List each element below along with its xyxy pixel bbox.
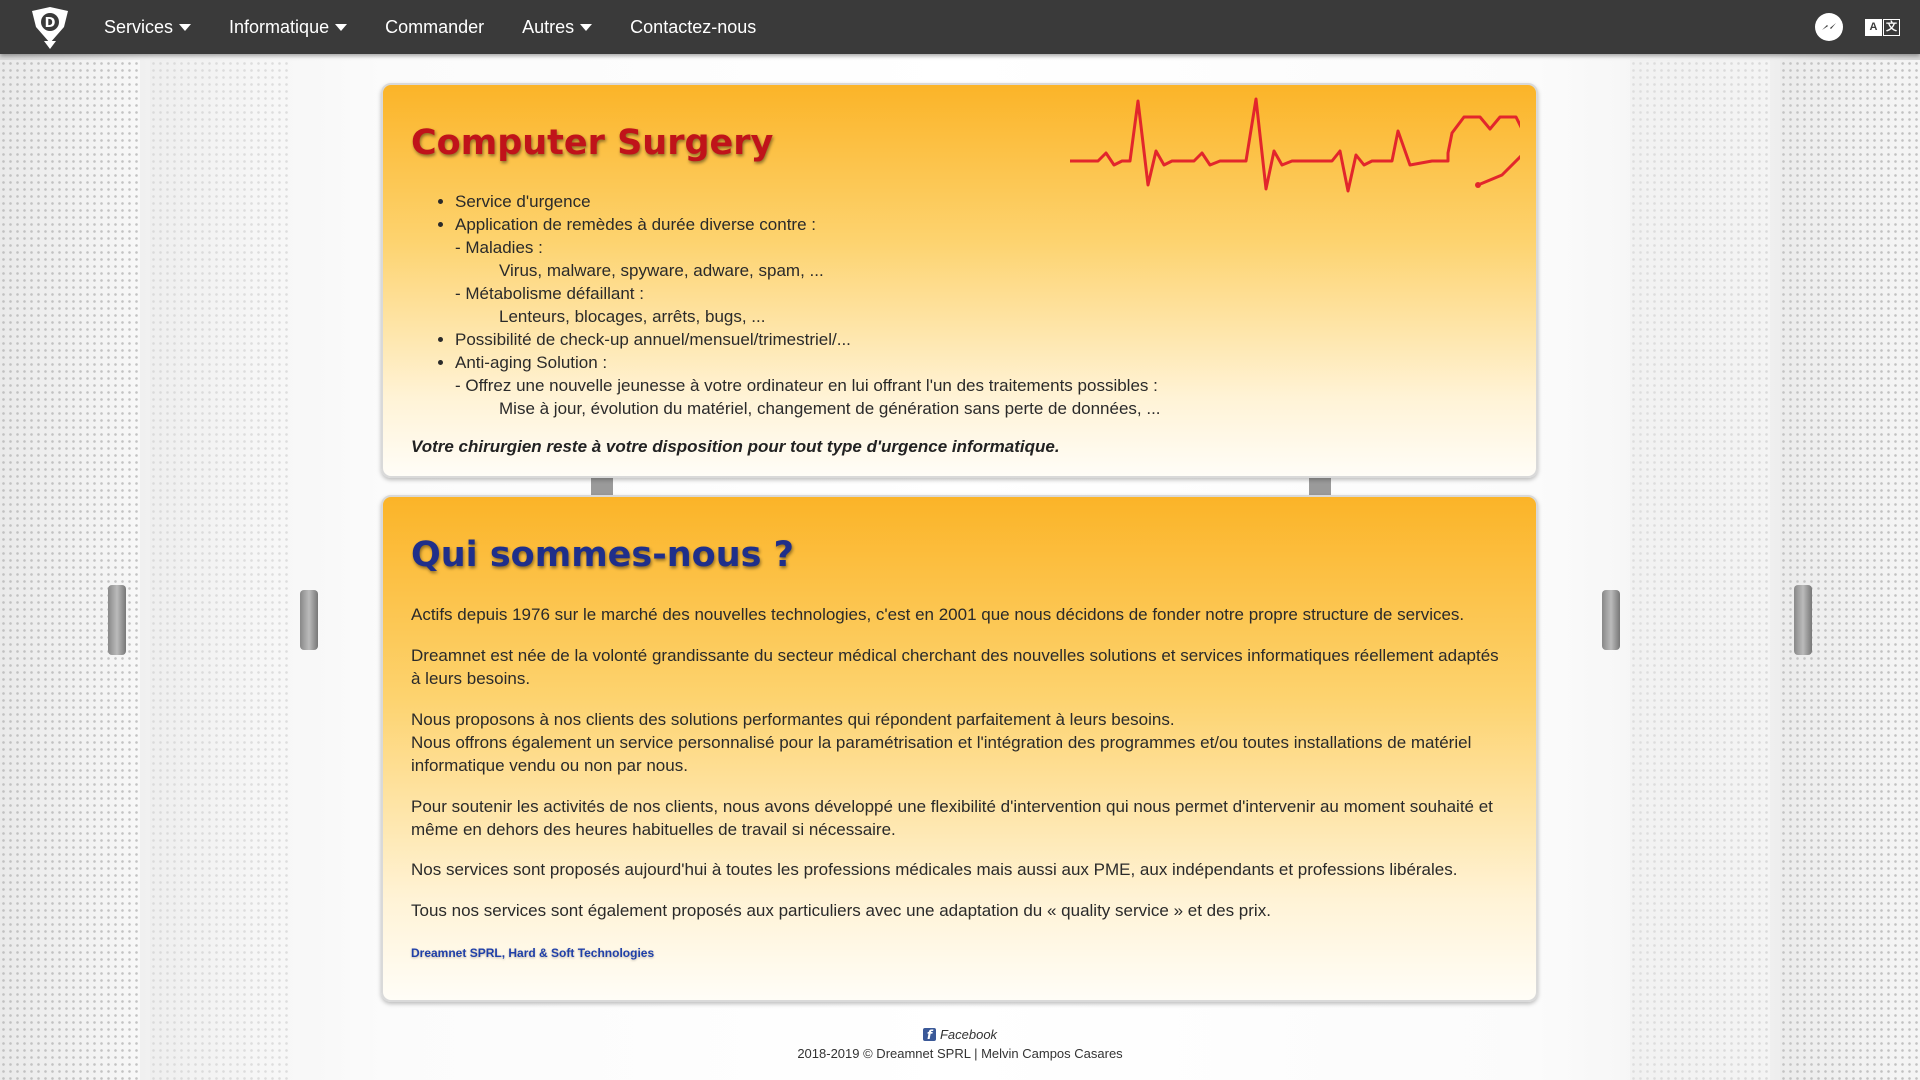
list-item: Possibilité de check-up annuel/mensuel/t… — [455, 328, 1161, 351]
about-paragraph: Nous offrons également un service person… — [411, 733, 1472, 775]
sub-detail: Virus, malware, spyware, adware, spam, .… — [499, 261, 824, 280]
rack-handle — [1794, 585, 1812, 655]
nav-services-label: Services — [104, 16, 174, 37]
about-card: Qui sommes-nous ? Actifs depuis 1976 sur… — [381, 495, 1538, 1002]
sub-detail: Lenteurs, blocages, arrêts, bugs, ... — [499, 307, 766, 326]
about-paragraph: Dreamnet est née de la volonté grandissa… — [411, 646, 1499, 688]
rack-handle — [108, 585, 126, 655]
nav-autres[interactable]: Autres — [522, 16, 593, 38]
nav-commander-label: Commander — [385, 16, 485, 37]
caret-down-icon — [179, 23, 192, 31]
page-footer: f Facebook 2018-2019 © Dreamnet SPRL | M… — [0, 1027, 1920, 1061]
about-paragraph: Pour soutenir les activités de nos clien… — [411, 797, 1493, 839]
facebook-link[interactable]: f Facebook — [922, 1027, 998, 1042]
rack-left-near — [0, 60, 140, 1080]
sub-item: - Maladies : — [455, 238, 543, 257]
about-paragraph: Tous nos services sont également proposé… — [411, 901, 1271, 920]
facebook-label: Facebook — [939, 1027, 998, 1042]
caret-down-icon — [335, 23, 348, 31]
sub-detail: Mise à jour, évolution du matériel, chan… — [499, 399, 1161, 418]
nav-right-icons: A 文 — [1815, 0, 1900, 54]
list-item-text: Application de remèdes à durée diverse c… — [455, 215, 816, 234]
nav-contact[interactable]: Contactez-nous — [630, 17, 756, 38]
nav-informatique[interactable]: Informatique — [229, 16, 348, 38]
nav-commander[interactable]: Commander — [385, 17, 484, 38]
rack-right-near — [1780, 60, 1920, 1080]
about-title: Qui sommes-nous ? — [411, 535, 794, 575]
nav-informatique-label: Informatique — [229, 16, 330, 37]
translate-icon[interactable]: A 文 — [1865, 18, 1900, 36]
about-paragraph: Nos services sont proposés aujourd'hui à… — [411, 860, 1458, 879]
rack-right-far — [1630, 60, 1770, 1080]
facebook-icon: f — [922, 1028, 936, 1042]
rack-left-far — [150, 60, 290, 1080]
heartbeat-heart-icon — [1070, 97, 1520, 193]
list-item: Anti-aging Solution : - Offrez une nouve… — [455, 351, 1161, 420]
copyright-text: 2018-2019 © Dreamnet SPRL | Melvin Campo… — [797, 1046, 1123, 1061]
about-paragraph: Actifs depuis 1976 sur le marché des nou… — [411, 605, 1465, 624]
list-item: Service d'urgence — [455, 190, 1161, 213]
sub-item: - Métabolisme défaillant : — [455, 284, 644, 303]
about-paragraph: Nous proposons à nos clients des solutio… — [411, 710, 1175, 729]
computer-surgery-card: Computer Surgery Service d'urgence Appli… — [381, 83, 1538, 478]
list-item-text: Anti-aging Solution : — [455, 353, 608, 372]
top-navbar: D Services Informatique Commander Autres… — [0, 0, 1920, 54]
company-signature-link[interactable]: Dreamnet SPRL, Hard & Soft Technologies — [411, 946, 654, 960]
list-item: Application de remèdes à durée diverse c… — [455, 213, 1161, 328]
translate-zh-glyph: 文 — [1883, 18, 1900, 36]
computer-surgery-title: Computer Surgery — [411, 123, 774, 163]
dreamnet-logo-icon[interactable]: D — [26, 3, 74, 51]
surgery-closing-text: Votre chirurgien reste à votre dispositi… — [411, 437, 1060, 456]
svg-text:D: D — [45, 16, 56, 31]
caret-down-icon — [580, 23, 593, 31]
card-connector — [1309, 477, 1331, 497]
messenger-icon[interactable] — [1815, 13, 1843, 41]
rack-handle — [1602, 590, 1620, 650]
nav-services[interactable]: Services — [104, 16, 192, 38]
rack-handle — [300, 590, 318, 650]
surgery-list: Service d'urgence Application de remèdes… — [411, 190, 1161, 420]
sub-item: - Offrez une nouvelle jeunesse à votre o… — [455, 376, 1158, 395]
translate-a-glyph: A — [1865, 18, 1882, 36]
nav-autres-label: Autres — [522, 16, 575, 37]
nav-contact-label: Contactez-nous — [630, 16, 757, 37]
card-connector — [591, 477, 613, 497]
